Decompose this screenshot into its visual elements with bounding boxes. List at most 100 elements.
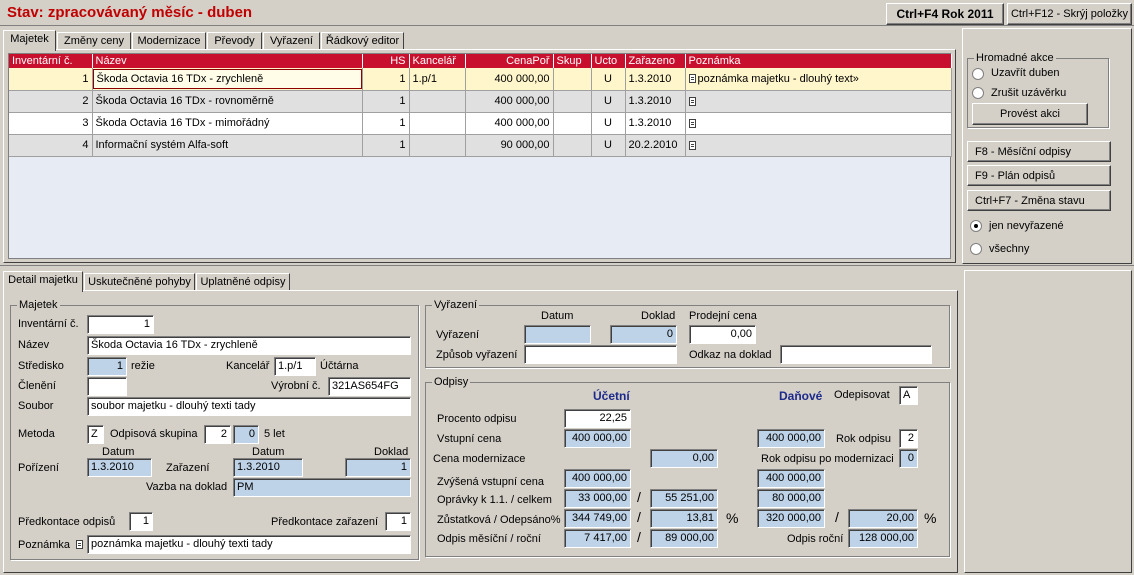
cell-group <box>553 90 592 113</box>
name-field[interactable]: Škoda Octavia 16 TDx - zrychleně <box>87 336 411 355</box>
note-field[interactable]: poznámka majetku - dlouhý texti tady <box>87 535 411 554</box>
dep-year-field[interactable]: 2 <box>899 429 918 448</box>
office-field[interactable]: 1.p/1 <box>274 357 316 376</box>
entry-price-field[interactable]: 400 000,00 <box>564 429 631 448</box>
serial-field[interactable]: 321AS654FG <box>328 377 411 396</box>
annual-dep-field[interactable]: 89 000,00 <box>650 529 718 548</box>
slash: / <box>637 509 641 525</box>
depreciation-group-title: Odpisy <box>432 376 471 388</box>
radio-filter-all[interactable] <box>970 243 982 255</box>
note-icon[interactable] <box>76 538 85 550</box>
written-off-tax-pct-field[interactable]: 20,00 <box>848 509 918 528</box>
radio-cancel-close[interactable] <box>972 87 984 99</box>
split-field[interactable] <box>87 377 127 396</box>
table-row[interactable]: 2 Škoda Octavia 16 TDx - rovnoměrně 1 40… <box>9 90 952 113</box>
write-off-field[interactable]: A <box>899 386 918 405</box>
col-note[interactable]: Poznámka <box>685 54 952 68</box>
disposal-label: Vyřazení <box>436 329 480 341</box>
incl-date-field[interactable]: 1.3.2010 <box>233 458 303 477</box>
year-after-mod-field[interactable]: 0 <box>899 449 918 468</box>
col-office[interactable]: Kancelář <box>409 54 466 68</box>
inv-field[interactable]: 1 <box>87 315 154 334</box>
col-name[interactable]: Název <box>92 54 363 68</box>
note-icon[interactable] <box>688 74 696 84</box>
mod-price-field[interactable]: 0,00 <box>650 449 718 468</box>
year-button[interactable]: Ctrl+F4 Rok 2011 <box>886 3 1004 25</box>
pct-field[interactable]: 22,25 <box>564 409 631 428</box>
disposal-date-header: Datum <box>541 310 574 322</box>
note-icon[interactable] <box>688 140 696 150</box>
table-row[interactable]: 4 Informační systém Alfa-soft 1 90 000,0… <box>9 134 952 157</box>
cell-name-editor[interactable]: Škoda Octavia 16 TDx - zrychleně <box>92 68 361 89</box>
residual-tax-field[interactable]: 320 000,00 <box>757 509 825 528</box>
slash: / <box>637 529 641 545</box>
execute-action-button[interactable]: Provést akci <box>972 103 1088 125</box>
cell-group <box>553 68 592 91</box>
monthly-dep-button[interactable]: F8 - Měsíční odpisy <box>967 141 1111 162</box>
cell-office <box>409 90 466 113</box>
corrections-tax-field[interactable]: 80 000,00 <box>757 489 825 508</box>
sale-price-field[interactable]: 0,00 <box>689 325 756 344</box>
col-price[interactable]: CenaPoř <box>465 54 554 68</box>
pre-dep-field[interactable]: 1 <box>129 512 153 531</box>
office-label: Kancelář <box>226 360 270 372</box>
cell-price: 400 000,00 <box>465 112 554 135</box>
splitter[interactable] <box>0 265 1134 266</box>
tab-radkovy-editor[interactable]: Řádkový editor <box>321 32 404 50</box>
pre-incl-field[interactable]: 1 <box>385 512 411 531</box>
annual-tax-field[interactable]: 128 000,00 <box>848 529 918 548</box>
disposal-doc-field[interactable]: 0 <box>610 325 677 344</box>
dep-plan-button[interactable]: F9 - Plán odpisů <box>967 165 1111 186</box>
serial-label: Výrobní č. <box>271 380 321 392</box>
disposal-date-field[interactable] <box>524 325 591 344</box>
dep-subgroup-field[interactable]: 0 <box>233 425 259 444</box>
cell-hs: 1 <box>362 68 410 91</box>
cell-name[interactable]: Škoda Octavia 16 TDx - zrychleně <box>92 68 363 91</box>
note-icon[interactable] <box>688 96 696 106</box>
increased-price-field[interactable]: 400 000,00 <box>564 469 631 488</box>
dep-group-field[interactable]: 2 <box>204 425 231 444</box>
increased-price-tax-field[interactable]: 400 000,00 <box>757 469 825 488</box>
cell-office: 1.p/1 <box>409 68 466 91</box>
tab-movements[interactable]: Uskutečněné pohyby <box>84 273 195 291</box>
file-field[interactable]: soubor majetku - dlouhý texti tady <box>87 397 411 416</box>
date-header-2: Datum <box>252 446 285 458</box>
tab-majetek[interactable]: Majetek <box>3 30 56 51</box>
radio-close-month[interactable] <box>972 68 984 80</box>
tab-zmeny-ceny[interactable]: Změny ceny <box>57 32 131 50</box>
monthly-dep-field[interactable]: 7 417,00 <box>564 529 631 548</box>
tab-detail[interactable]: Detail majetku <box>3 271 83 292</box>
col-inv[interactable]: Inventární č. <box>9 54 93 68</box>
doc-field[interactable]: 1 <box>345 458 411 477</box>
pre-dep-label: Předkontace odpisů <box>18 516 116 528</box>
link-field[interactable]: PM <box>233 478 411 497</box>
center-field[interactable]: 1 <box>87 357 127 376</box>
note-icon[interactable] <box>688 118 696 128</box>
method-field[interactable]: Z <box>87 425 104 444</box>
col-ucto[interactable]: Ucto <box>591 54 626 68</box>
corrections-start-field[interactable]: 33 000,00 <box>564 489 631 508</box>
doc-ref-label: Odkaz na doklad <box>689 349 772 361</box>
disposal-group-title: Vyřazení <box>432 299 480 311</box>
col-date[interactable]: Zařazeno <box>625 54 686 68</box>
table-row[interactable]: 1 Škoda Octavia 16 TDx - zrychleně 1 1.p… <box>9 68 952 91</box>
corrections-total-field[interactable]: 55 251,00 <box>650 489 718 508</box>
tab-vyrazeni[interactable]: Vyřazení <box>263 32 320 50</box>
acq-date-field[interactable]: 1.3.2010 <box>87 458 152 477</box>
tab-modernizace[interactable]: Modernizace <box>132 32 206 50</box>
entry-price-tax-field[interactable]: 400 000,00 <box>757 429 825 448</box>
tab-applied-dep[interactable]: Uplatněné odpisy <box>196 273 290 291</box>
tab-prevody[interactable]: Převody <box>207 32 262 50</box>
doc-ref-field[interactable] <box>780 345 932 364</box>
disposal-method-field[interactable] <box>524 345 677 364</box>
radio-filter-active[interactable] <box>970 220 982 232</box>
table-row[interactable]: 3 Škoda Octavia 16 TDx - mimořádný 1 400… <box>9 112 952 135</box>
disposal-doc-header: Doklad <box>641 310 676 322</box>
cell-inv: 1 <box>9 68 93 91</box>
residual-field[interactable]: 344 749,00 <box>564 509 631 528</box>
written-off-pct-field[interactable]: 13,81 <box>650 509 718 528</box>
hide-items-button[interactable]: Ctrl+F12 - Skrýj položky <box>1007 3 1132 25</box>
col-group[interactable]: Skup <box>553 54 592 68</box>
change-state-button[interactable]: Ctrl+F7 - Změna stavu <box>967 190 1111 211</box>
col-hs[interactable]: HS <box>362 54 410 68</box>
